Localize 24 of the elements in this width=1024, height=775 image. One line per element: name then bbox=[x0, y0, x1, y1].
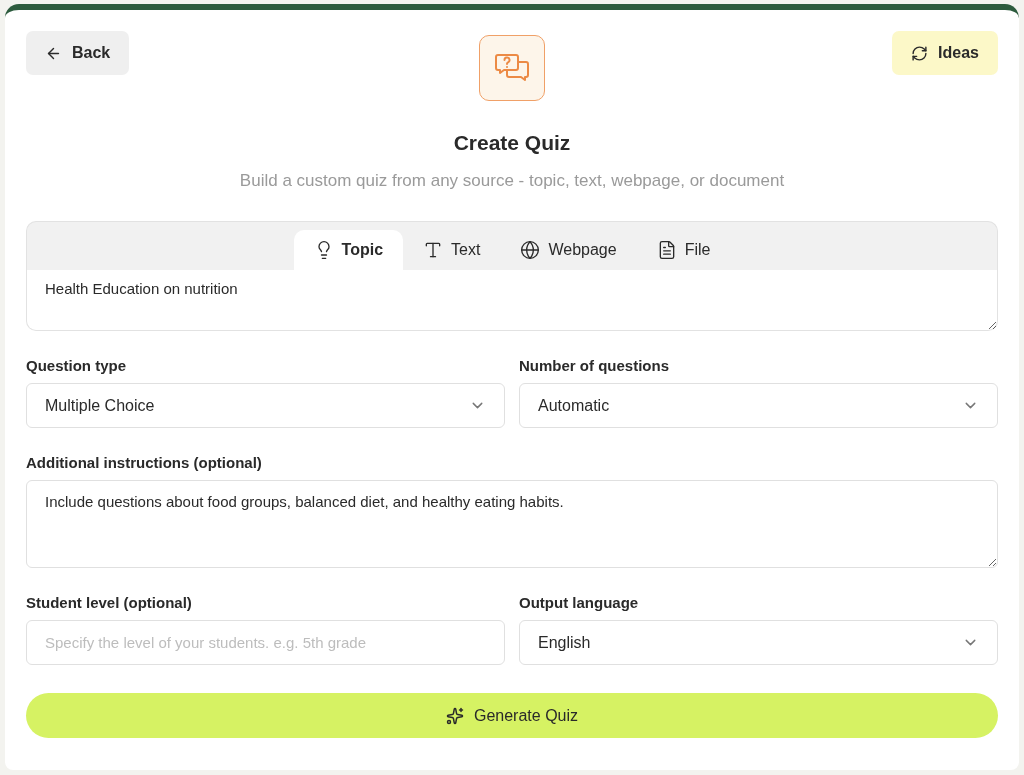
source-tab[interactable]: Text bbox=[403, 230, 501, 270]
generate-button[interactable]: Generate Quiz bbox=[26, 693, 998, 738]
refresh-icon bbox=[911, 44, 929, 62]
back-button[interactable]: Back bbox=[26, 31, 130, 75]
input-field[interactable]: Specify the level of your students. e.g. 5th grade bbox=[26, 620, 505, 665]
field-label: Number of questions bbox=[519, 357, 670, 374]
field-label: Question type bbox=[26, 357, 127, 374]
sparkles-icon bbox=[445, 706, 464, 725]
topic-field[interactable]: Health Education on nutrition bbox=[26, 270, 998, 331]
globe-icon bbox=[520, 240, 541, 260]
page-subtitle: Build a custom quiz from any source - topic, text, webpage, or document bbox=[238, 171, 786, 191]
dropdown[interactable]: Multiple Choice bbox=[26, 383, 505, 428]
source-tab[interactable]: File bbox=[636, 230, 731, 270]
page-title: Create Quiz bbox=[452, 131, 572, 155]
speech-bubbles-icon bbox=[495, 52, 529, 84]
field-label: Student level (optional) bbox=[26, 594, 193, 611]
source-tab[interactable]: Topic bbox=[293, 230, 404, 270]
instructions-field[interactable]: Include questions about food groups, balanced diet, and healthy eating habits. bbox=[26, 480, 998, 568]
field-label: Output language bbox=[519, 594, 640, 611]
ideas-button[interactable]: Ideas bbox=[892, 31, 998, 75]
field-label: Additional instructions (optional) bbox=[26, 454, 263, 471]
dropdown[interactable]: Automatic bbox=[519, 383, 998, 428]
source-tab[interactable]: Webpage bbox=[500, 230, 637, 270]
dropdown[interactable]: English bbox=[519, 620, 998, 665]
